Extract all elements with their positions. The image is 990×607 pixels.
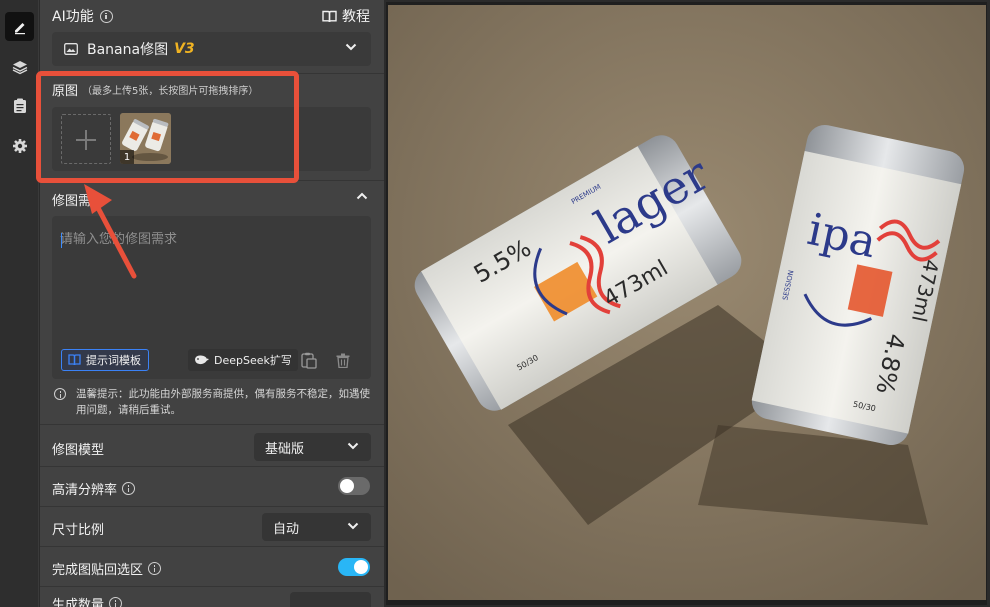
beer-cans-photo: lager 473ml 5.5% PREMIUM 50/30 ipa 473ml… xyxy=(388,5,986,600)
original-section-hint: （最多上传5张，长按图片可拖拽排序） xyxy=(82,86,259,97)
version-badge: V3 xyxy=(174,41,195,57)
original-thumbnail[interactable]: 1 xyxy=(120,113,171,164)
image-edit-icon xyxy=(64,43,78,55)
toggle-knob xyxy=(340,479,354,493)
chevron-down-icon xyxy=(347,442,359,450)
aspect-ratio-label: 尺寸比例 xyxy=(52,519,104,538)
trash-icon[interactable] xyxy=(336,353,350,368)
service-notice-text: 温馨提示：此功能由外部服务商提供，偶有服务不稳定，如遇使用问题，请稍后重试。 xyxy=(76,388,370,416)
aspect-ratio-text: 尺寸比例 xyxy=(52,523,105,538)
divider xyxy=(40,73,384,74)
paste-back-text: 完成图贴回选区 xyxy=(52,563,144,578)
prompt-template-button[interactable]: 提示词模板 xyxy=(61,349,149,371)
paste-icon[interactable] xyxy=(301,352,317,369)
chevron-down-icon xyxy=(347,522,359,530)
count-select[interactable] xyxy=(290,592,371,607)
document-tool-button[interactable] xyxy=(5,91,34,120)
prompt-template-label: 提示词模板 xyxy=(86,354,141,367)
whale-icon xyxy=(195,355,209,365)
info-icon xyxy=(54,388,66,400)
info-icon[interactable] xyxy=(122,482,136,495)
deepseek-expand-button[interactable]: DeepSeek扩写 xyxy=(188,349,298,371)
chevron-down-icon xyxy=(345,43,357,51)
settings-tool-button[interactable] xyxy=(5,131,34,160)
chevron-up-icon[interactable] xyxy=(356,192,368,200)
original-upload-area: 1 xyxy=(52,107,371,171)
model-dropdown-label: Banana修图 xyxy=(87,42,169,58)
model-dropdown[interactable]: Banana修图 V3 xyxy=(52,32,371,66)
add-image-button[interactable] xyxy=(61,114,111,164)
edit-tool-button[interactable] xyxy=(5,12,34,41)
divider xyxy=(40,586,384,587)
count-text: 生成数量 xyxy=(52,598,105,607)
ai-feature-title: AI功能 xyxy=(52,9,94,25)
tutorial-label: 教程 xyxy=(342,9,370,25)
hd-resolution-label: 高清分辨率 xyxy=(52,479,136,498)
clipboard-icon xyxy=(13,98,26,113)
request-input[interactable] xyxy=(60,232,360,247)
count-label: 生成数量 xyxy=(52,594,123,607)
aspect-ratio-select[interactable]: 自动 xyxy=(262,513,371,541)
info-icon[interactable] xyxy=(148,562,162,575)
paste-back-toggle[interactable] xyxy=(338,558,370,576)
book-icon xyxy=(68,354,81,366)
book-icon xyxy=(322,10,337,22)
canvas-image[interactable]: lager 473ml 5.5% PREMIUM 50/30 ipa 473ml… xyxy=(388,5,986,600)
original-section-title: 原图 xyxy=(52,84,79,99)
service-notice: 温馨提示：此功能由外部服务商提供，偶有服务不稳定，如遇使用问题，请稍后重试。 xyxy=(52,386,372,418)
hd-resolution-toggle[interactable] xyxy=(338,477,370,495)
ai-feature-header: AI功能 xyxy=(52,6,113,26)
edit-model-value: 基础版 xyxy=(265,441,305,457)
thumbnail-index: 1 xyxy=(120,150,134,164)
request-section-title: 修图需求 xyxy=(52,194,105,209)
divider xyxy=(40,466,384,467)
edit-model-label: 修图模型 xyxy=(52,439,104,458)
edit-model-text: 修图模型 xyxy=(52,443,105,458)
edit-model-select[interactable]: 基础版 xyxy=(254,433,371,461)
layers-icon xyxy=(12,60,27,74)
paste-back-label: 完成图贴回选区 xyxy=(52,559,162,578)
aspect-ratio-value: 自动 xyxy=(273,521,300,537)
divider xyxy=(40,180,384,181)
tool-rail xyxy=(0,0,39,607)
text-caret xyxy=(61,233,62,248)
ai-panel: AI功能 教程 Banana修图 V3 原图 （最多上传5张，长按图片可拖拽排序… xyxy=(40,0,384,607)
pencil-icon xyxy=(14,22,25,34)
divider xyxy=(40,546,384,547)
divider xyxy=(40,506,384,507)
deepseek-expand-label: DeepSeek扩写 xyxy=(214,354,292,367)
tutorial-link[interactable]: 教程 xyxy=(322,6,370,26)
request-box: 提示词模板 DeepSeek扩写 xyxy=(52,216,371,379)
layers-tool-button[interactable] xyxy=(5,52,34,81)
toggle-knob xyxy=(354,560,368,574)
info-icon[interactable] xyxy=(109,597,123,607)
hd-resolution-text: 高清分辨率 xyxy=(52,483,118,498)
divider xyxy=(40,424,384,425)
info-icon[interactable] xyxy=(99,9,113,23)
gear-icon xyxy=(12,138,27,153)
